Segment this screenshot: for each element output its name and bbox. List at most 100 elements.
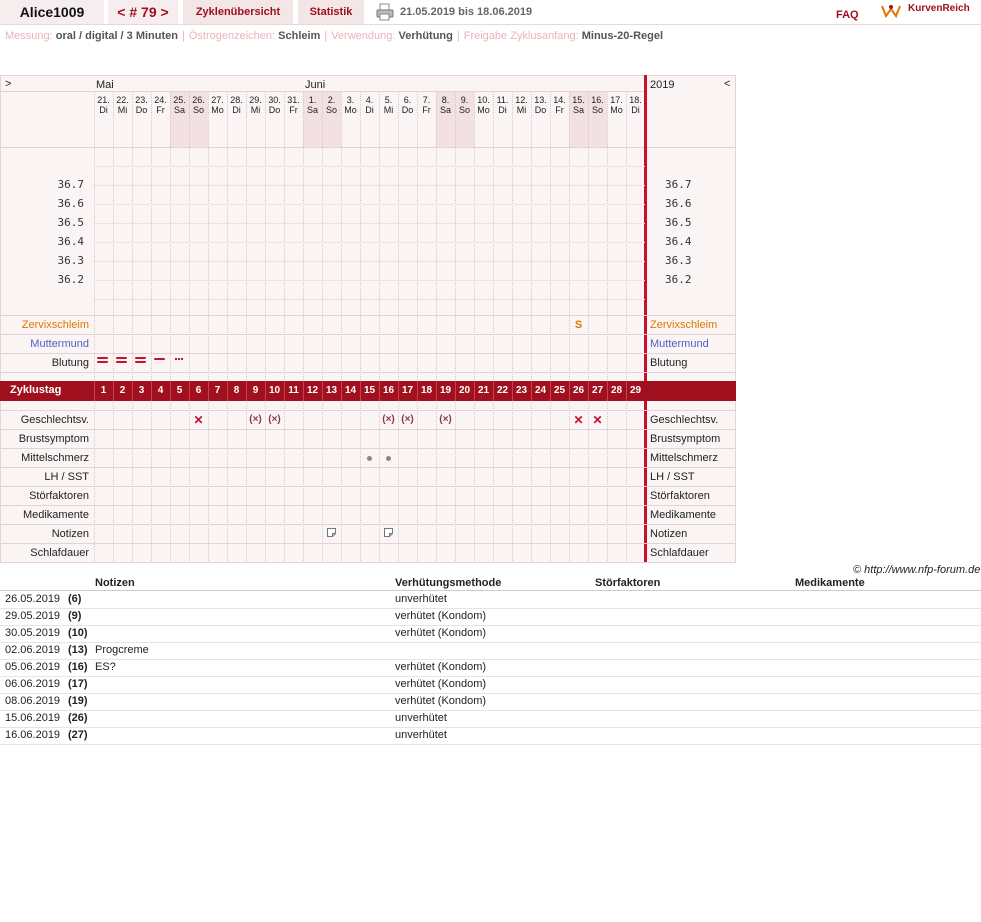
bleeding-mark-heavy[interactable] [113,355,132,365]
weekday-label: Sa [173,105,185,115]
date-header[interactable]: 31. Fr [284,95,303,115]
cycle-day-number[interactable]: 12 [303,385,322,396]
date-header[interactable]: 30. Do [265,95,284,115]
date-header[interactable]: 17. Mo [607,95,626,115]
intercourse-protected-icon[interactable]: (×) [436,413,455,427]
date-header[interactable]: 11. Di [493,95,512,115]
date-header[interactable]: 22. Mi [113,95,132,115]
intercourse-protected-icon[interactable]: (×) [265,413,284,427]
bleeding-mark-heavy[interactable] [94,355,113,365]
date-header[interactable]: 14. Fr [550,95,569,115]
cycle-day-divider [303,381,304,401]
date-header[interactable]: 27. Mo [208,95,227,115]
row-separator [0,334,736,335]
date-header[interactable]: 16. So [588,95,607,115]
date-range: 21.05.2019 bis 18.06.2019 [400,6,533,18]
bleeding-mark-spotting[interactable] [170,355,189,365]
cycle-day-number[interactable]: 9 [246,385,265,396]
date-number: 23. [135,95,148,105]
intercourse-protected-icon[interactable]: (×) [398,413,417,427]
date-header[interactable]: 26. So [189,95,208,115]
cycle-day-number[interactable]: 5 [170,385,189,396]
intercourse-unprotected-icon[interactable]: ✕ [588,413,607,427]
cycle-day-number[interactable]: 10 [265,385,284,396]
date-header[interactable]: 23. Do [132,95,151,115]
date-header[interactable]: 9. So [455,95,474,115]
cycle-day-number[interactable]: 28 [607,385,626,396]
printer-icon[interactable] [376,0,394,24]
date-header[interactable]: 25. Sa [170,95,189,115]
date-header[interactable]: 6. Do [398,95,417,115]
note-icon[interactable] [384,528,393,537]
row-label-right-geschlecht: Geschlechtsv. [650,414,719,426]
cycle-day-number[interactable]: 4 [151,385,170,396]
date-header[interactable]: 7. Fr [417,95,436,115]
cycle-navigator[interactable]: < # 79 > [108,0,178,24]
cycle-day-number[interactable]: 21 [474,385,493,396]
cycle-day-number[interactable]: 22 [493,385,512,396]
username[interactable]: Alice1009 [0,0,104,24]
date-header[interactable]: 28. Di [227,95,246,115]
nav-next-button[interactable]: < [724,78,730,90]
cycle-day-number[interactable]: 19 [436,385,455,396]
cycle-day-number[interactable]: 25 [550,385,569,396]
cycle-day-number[interactable]: 29 [626,385,645,396]
cycle-day-number[interactable]: 23 [512,385,531,396]
cycle-day-number[interactable]: 6 [189,385,208,396]
date-header[interactable]: 8. Sa [436,95,455,115]
faq-link[interactable]: FAQ [836,6,859,24]
info-key: Verwendung: [331,30,396,42]
intercourse-unprotected-icon[interactable]: ✕ [189,413,208,427]
cycle-day-number[interactable]: 26 [569,385,588,396]
zervix-mark[interactable]: S [569,319,588,331]
date-header[interactable]: 29. Mi [246,95,265,115]
row-separator [0,543,736,544]
cycle-day-number[interactable]: 24 [531,385,550,396]
note-icon[interactable] [327,528,336,537]
cycle-day-number[interactable]: 13 [322,385,341,396]
date-header[interactable]: 15. Sa [569,95,588,115]
note-date: 05.06.2019 [5,661,61,673]
date-header[interactable]: 4. Di [360,95,379,115]
intercourse-protected-icon[interactable]: (×) [246,413,265,427]
cycle-day-number[interactable]: 11 [284,385,303,396]
weekday-label: Di [631,105,640,115]
date-header[interactable]: 1. Sa [303,95,322,115]
date-header[interactable]: 18. Di [626,95,645,115]
date-number: 10. [477,95,490,105]
cycle-day-number[interactable]: 18 [417,385,436,396]
date-header[interactable]: 13. Do [531,95,550,115]
date-header[interactable]: 5. Mi [379,95,398,115]
kurvenreich-logo[interactable]: KurvenReich [880,0,981,24]
tab-statistics[interactable]: Statistik [298,0,364,24]
date-header[interactable]: 3. Mo [341,95,360,115]
date-header[interactable]: 2. So [322,95,341,115]
cycle-day-number[interactable]: 2 [113,385,132,396]
mittelschmerz-dot[interactable] [386,456,391,461]
cycle-day-number[interactable]: 20 [455,385,474,396]
bleeding-mark-heavy[interactable] [132,355,151,365]
bleeding-mark-medium[interactable] [151,355,170,365]
cycle-day-number[interactable]: 7 [208,385,227,396]
grid-line-vertical [360,92,361,563]
date-header[interactable]: 21. Di [94,95,113,115]
intercourse-protected-icon[interactable]: (×) [379,413,398,427]
mittelschmerz-dot[interactable] [367,456,372,461]
cycle-day-number[interactable]: 3 [132,385,151,396]
cycle-day-number[interactable]: 1 [94,385,113,396]
date-number: 25. [173,95,186,105]
cycle-day-number[interactable]: 27 [588,385,607,396]
row-separator [0,505,736,506]
nav-prev-button[interactable]: > [5,78,11,90]
cycle-day-number[interactable]: 14 [341,385,360,396]
cycle-day-number[interactable]: 17 [398,385,417,396]
intercourse-unprotected-icon[interactable]: ✕ [569,413,588,427]
date-header[interactable]: 24. Fr [151,95,170,115]
date-header[interactable]: 12. Mi [512,95,531,115]
date-header[interactable]: 10. Mo [474,95,493,115]
cycle-day-number[interactable]: 16 [379,385,398,396]
tab-cycle-overview[interactable]: Zyklenübersicht [183,0,293,24]
cycle-day-number[interactable]: 15 [360,385,379,396]
cycle-day-number[interactable]: 8 [227,385,246,396]
note-cycle-day: (26) [68,712,88,724]
